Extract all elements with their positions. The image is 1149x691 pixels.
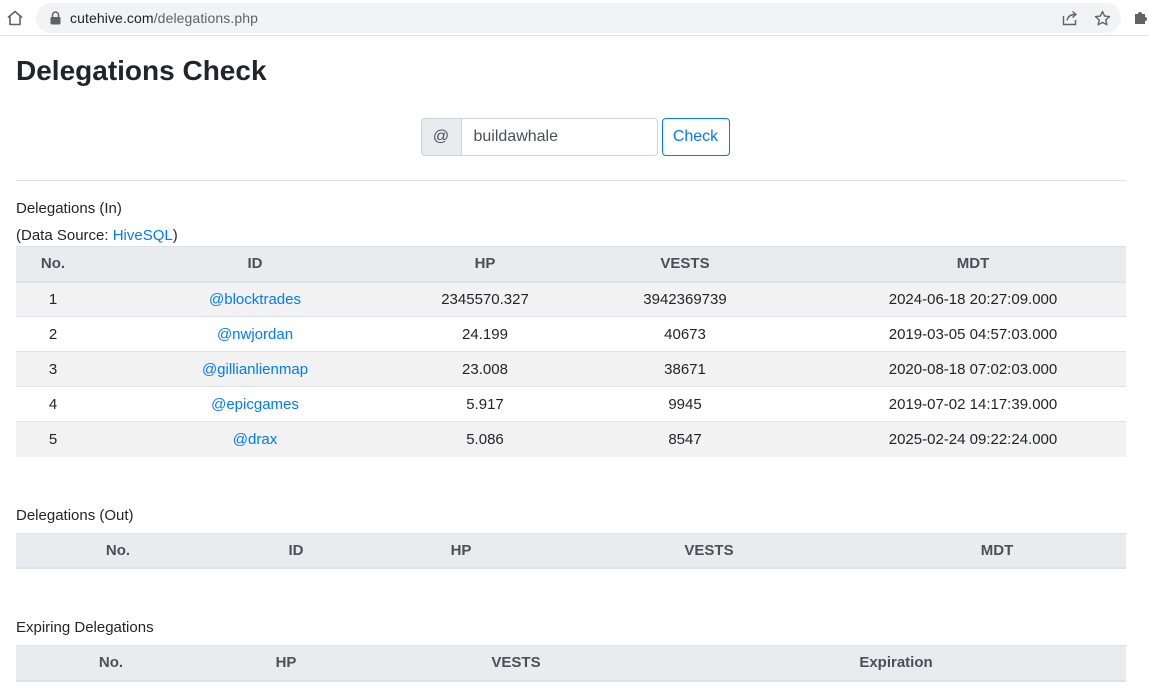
cell-no: 1 — [16, 281, 90, 317]
source-suffix: ) — [172, 227, 178, 244]
cell-vests: 38671 — [550, 351, 820, 387]
check-button[interactable]: Check — [661, 118, 730, 156]
username-input[interactable] — [460, 118, 658, 156]
url-path: /delegations.php — [153, 10, 259, 26]
table-header-row: No. HP VESTS Expiration — [16, 645, 1126, 682]
column-header-vests[interactable]: VESTS — [550, 246, 820, 283]
cell-id: @epicgames — [90, 386, 420, 422]
cell-hp: 24.199 — [420, 316, 550, 352]
delegations-out-heading: Delegations (Out) — [16, 506, 134, 524]
cell-vests: 40673 — [550, 316, 820, 352]
cell-mdt: 2020-08-18 07:02:03.000 — [820, 351, 1126, 387]
column-header-no[interactable]: No. — [16, 645, 206, 682]
cell-mdt: 2025-02-24 09:22:24.000 — [820, 421, 1126, 457]
account-link[interactable]: @gillianlienmap — [202, 361, 308, 378]
cell-hp: 5.917 — [420, 386, 550, 422]
cell-no: 2 — [16, 316, 90, 352]
search-form: @ Check — [16, 118, 1126, 156]
column-header-no[interactable]: No. — [16, 246, 90, 283]
expiring-delegations-table: No. HP VESTS Expiration — [16, 645, 1126, 682]
cell-id: @gillianlienmap — [90, 351, 420, 387]
table-row: 2 @nwjordan 24.199 40673 2019-03-05 04:5… — [16, 316, 1126, 352]
column-header-expiration[interactable]: Expiration — [666, 645, 1126, 682]
column-header-id[interactable]: ID — [220, 532, 372, 569]
data-source: (Data Source: HiveSQL) — [16, 226, 1126, 246]
page-title: Delegations Check — [16, 55, 267, 86]
bookmark-star-icon[interactable] — [1093, 9, 1111, 27]
cell-mdt: 2019-07-02 14:17:39.000 — [820, 386, 1126, 422]
expiring-delegations-heading: Expiring Delegations — [16, 619, 154, 636]
cell-hp: 23.008 — [420, 351, 550, 387]
cell-no: 3 — [16, 351, 90, 387]
table-row: 4 @epicgames 5.917 9945 2019-07-02 14:17… — [16, 386, 1126, 422]
cell-vests: 3942369739 — [550, 281, 820, 317]
url-text[interactable]: cutehive.com/delegations.php — [70, 10, 258, 26]
cell-vests: 8547 — [550, 421, 820, 457]
cell-hp: 2345570.327 — [420, 281, 550, 317]
delegations-in-heading: Delegations (In) — [16, 200, 122, 217]
cell-id: @nwjordan — [90, 316, 420, 352]
column-header-hp[interactable]: HP — [206, 645, 366, 682]
home-icon[interactable] — [4, 7, 26, 29]
address-bar[interactable]: cutehive.com/delegations.php — [36, 3, 1121, 33]
share-icon[interactable] — [1061, 9, 1079, 27]
table-header-row: No. ID HP VESTS MDT — [16, 532, 1126, 569]
divider — [16, 180, 1126, 181]
at-prefix: @ — [420, 118, 461, 156]
table-row: 3 @gillianlienmap 23.008 38671 2020-08-1… — [16, 351, 1126, 387]
delegations-in-table: No. ID HP VESTS MDT 1 @blocktrades 23455… — [16, 246, 1126, 457]
source-prefix: (Data Source: — [16, 227, 113, 244]
column-header-hp[interactable]: HP — [372, 532, 550, 569]
column-header-mdt[interactable]: MDT — [868, 532, 1126, 569]
column-header-mdt[interactable]: MDT — [820, 246, 1126, 283]
column-header-no[interactable]: No. — [16, 532, 220, 569]
cell-hp: 5.086 — [420, 421, 550, 457]
url-host: cutehive.com — [70, 10, 154, 26]
column-header-hp[interactable]: HP — [420, 246, 550, 283]
cell-mdt: 2019-03-05 04:57:03.000 — [820, 316, 1126, 352]
account-link[interactable]: @epicgames — [211, 396, 299, 413]
column-header-id[interactable]: ID — [90, 246, 420, 283]
cell-mdt: 2024-06-18 20:27:09.000 — [820, 281, 1126, 317]
extensions-puzzle-icon[interactable] — [1133, 8, 1149, 28]
account-link[interactable]: @nwjordan — [217, 326, 293, 343]
lock-icon — [50, 11, 62, 25]
column-header-vests[interactable]: VESTS — [366, 645, 666, 682]
cell-id: @blocktrades — [90, 281, 420, 317]
delegations-out-table: No. ID HP VESTS MDT — [16, 532, 1126, 569]
cell-vests: 9945 — [550, 386, 820, 422]
account-link[interactable]: @drax — [233, 431, 277, 448]
hivesql-link[interactable]: HiveSQL — [113, 227, 173, 244]
table-header-row: No. ID HP VESTS MDT — [16, 246, 1126, 283]
username-input-group: @ — [420, 118, 658, 156]
page-content: Delegations Check @ Check Delegations (I… — [0, 36, 1149, 682]
browser-toolbar: cutehive.com/delegations.php — [0, 0, 1149, 36]
account-link[interactable]: @blocktrades — [209, 291, 301, 308]
cell-no: 5 — [16, 421, 90, 457]
cell-no: 4 — [16, 386, 90, 422]
table-row: 1 @blocktrades 2345570.327 3942369739 20… — [16, 281, 1126, 317]
cell-id: @drax — [90, 421, 420, 457]
column-header-vests[interactable]: VESTS — [550, 532, 868, 569]
table-row: 5 @drax 5.086 8547 2025-02-24 09:22:24.0… — [16, 421, 1126, 457]
